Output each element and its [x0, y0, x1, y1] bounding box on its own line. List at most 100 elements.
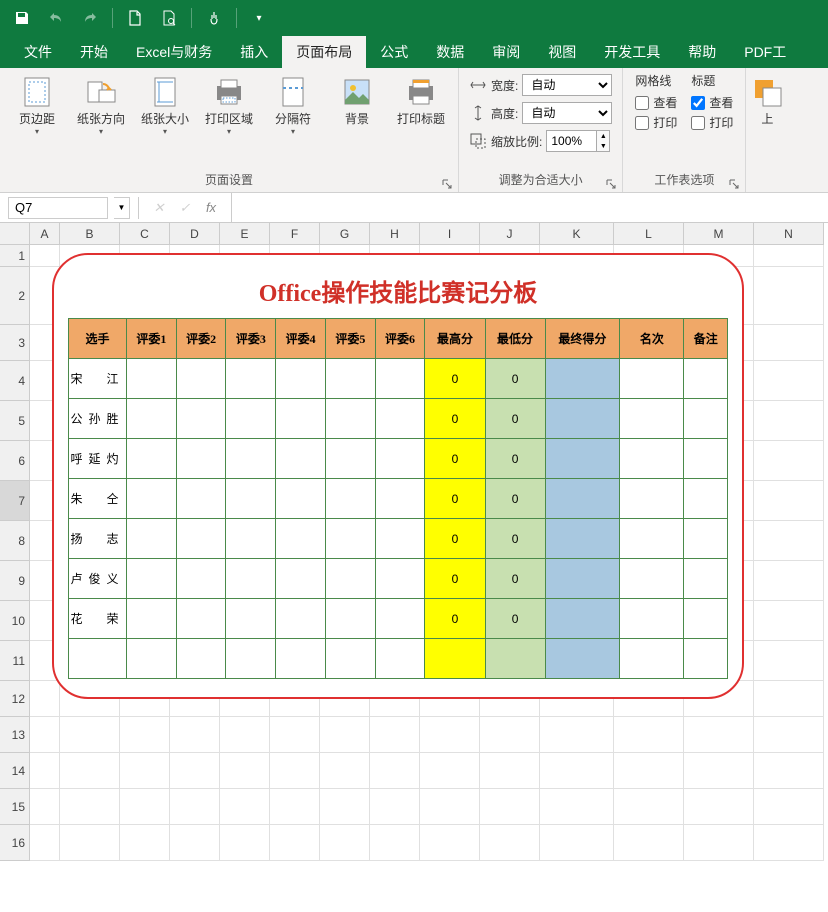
cell[interactable]	[540, 825, 614, 861]
table-cell[interactable]	[375, 559, 425, 599]
table-cell[interactable]	[325, 439, 375, 479]
table-cell[interactable]	[684, 479, 728, 519]
table-cell[interactable]	[325, 599, 375, 639]
gridlines-print-checkbox[interactable]: 打印	[635, 114, 677, 131]
cancel-icon[interactable]: ✕	[149, 198, 169, 218]
table-cell[interactable]	[545, 559, 620, 599]
table-cell[interactable]: 0	[485, 359, 545, 399]
cell[interactable]	[220, 789, 270, 825]
row-header[interactable]: 12	[0, 681, 30, 717]
column-header[interactable]: D	[170, 223, 220, 245]
row-header[interactable]: 3	[0, 325, 30, 361]
cell[interactable]	[614, 717, 684, 753]
row-header[interactable]: 6	[0, 441, 30, 481]
row-header[interactable]: 2	[0, 267, 30, 325]
column-header[interactable]: A	[30, 223, 60, 245]
cell[interactable]	[170, 753, 220, 789]
table-cell[interactable]	[325, 639, 375, 679]
table-cell[interactable]	[226, 519, 276, 559]
table-cell[interactable]	[545, 439, 620, 479]
enter-icon[interactable]: ✓	[175, 198, 195, 218]
row-header[interactable]: 15	[0, 789, 30, 825]
table-cell[interactable]: 0	[425, 519, 485, 559]
table-cell[interactable]	[127, 399, 177, 439]
table-cell[interactable]	[545, 359, 620, 399]
tab-home[interactable]: 开始	[66, 36, 122, 68]
cell[interactable]	[420, 825, 480, 861]
table-cell[interactable]: 0	[425, 599, 485, 639]
table-cell[interactable]	[127, 599, 177, 639]
new-icon[interactable]	[121, 4, 149, 32]
cell[interactable]	[120, 789, 170, 825]
cell[interactable]	[120, 717, 170, 753]
row-header[interactable]: 8	[0, 521, 30, 561]
cell[interactable]	[420, 717, 480, 753]
cell[interactable]	[614, 789, 684, 825]
table-cell[interactable]	[226, 559, 276, 599]
table-cell[interactable]	[226, 479, 276, 519]
table-cell[interactable]: 朱 仝	[69, 479, 127, 519]
tab-excel-finance[interactable]: Excel与财务	[122, 36, 226, 68]
fx-icon[interactable]: fx	[201, 198, 221, 218]
cell[interactable]	[754, 561, 824, 601]
table-cell[interactable]	[176, 439, 226, 479]
cell[interactable]	[120, 825, 170, 861]
scale-up[interactable]: ▲	[597, 131, 609, 141]
cell[interactable]	[754, 521, 824, 561]
cell[interactable]	[684, 753, 754, 789]
table-cell[interactable]	[276, 519, 326, 559]
orientation-button[interactable]: 纸张方向▾	[70, 72, 132, 138]
column-header[interactable]: F	[270, 223, 320, 245]
row-header[interactable]: 5	[0, 401, 30, 441]
table-cell[interactable]	[325, 359, 375, 399]
table-cell[interactable]: 0	[485, 439, 545, 479]
scale-down[interactable]: ▼	[597, 141, 609, 151]
row-header[interactable]: 10	[0, 601, 30, 641]
cell[interactable]	[480, 789, 540, 825]
cell[interactable]	[120, 753, 170, 789]
table-cell[interactable]	[276, 559, 326, 599]
cell[interactable]	[320, 789, 370, 825]
table-cell[interactable]	[545, 599, 620, 639]
tab-insert[interactable]: 插入	[226, 36, 282, 68]
column-header[interactable]: G	[320, 223, 370, 245]
tab-pdf[interactable]: PDF工	[730, 36, 800, 68]
size-button[interactable]: 纸张大小▾	[134, 72, 196, 138]
table-cell[interactable]	[176, 359, 226, 399]
tab-view[interactable]: 视图	[534, 36, 590, 68]
cell[interactable]	[320, 717, 370, 753]
print-preview-icon[interactable]	[155, 4, 183, 32]
row-header[interactable]: 16	[0, 825, 30, 861]
table-cell[interactable]	[545, 639, 620, 679]
column-header[interactable]: I	[420, 223, 480, 245]
cell[interactable]	[170, 717, 220, 753]
touch-mode-icon[interactable]	[200, 4, 228, 32]
tab-data[interactable]: 数据	[422, 36, 478, 68]
table-cell[interactable]	[176, 479, 226, 519]
table-cell[interactable]	[127, 639, 177, 679]
table-cell[interactable]	[276, 639, 326, 679]
cell[interactable]	[684, 717, 754, 753]
cell[interactable]	[30, 753, 60, 789]
cell[interactable]	[170, 825, 220, 861]
cell[interactable]	[754, 267, 824, 325]
table-cell[interactable]	[226, 359, 276, 399]
cell[interactable]	[220, 825, 270, 861]
tab-page-layout[interactable]: 页面布局	[282, 36, 366, 68]
column-header[interactable]: K	[540, 223, 614, 245]
table-cell[interactable]	[226, 639, 276, 679]
table-cell[interactable]	[176, 519, 226, 559]
table-cell[interactable]	[127, 439, 177, 479]
table-cell[interactable]	[325, 479, 375, 519]
table-cell[interactable]: 0	[425, 559, 485, 599]
cell[interactable]	[270, 789, 320, 825]
background-button[interactable]: 背景	[326, 72, 388, 128]
column-header[interactable]: L	[614, 223, 684, 245]
cell[interactable]	[60, 789, 120, 825]
tab-file[interactable]: 文件	[10, 36, 66, 68]
table-cell[interactable]	[684, 519, 728, 559]
table-cell[interactable]: 0	[425, 399, 485, 439]
table-cell[interactable]	[276, 399, 326, 439]
cell[interactable]	[614, 825, 684, 861]
table-cell[interactable]: 公孙胜	[69, 399, 127, 439]
